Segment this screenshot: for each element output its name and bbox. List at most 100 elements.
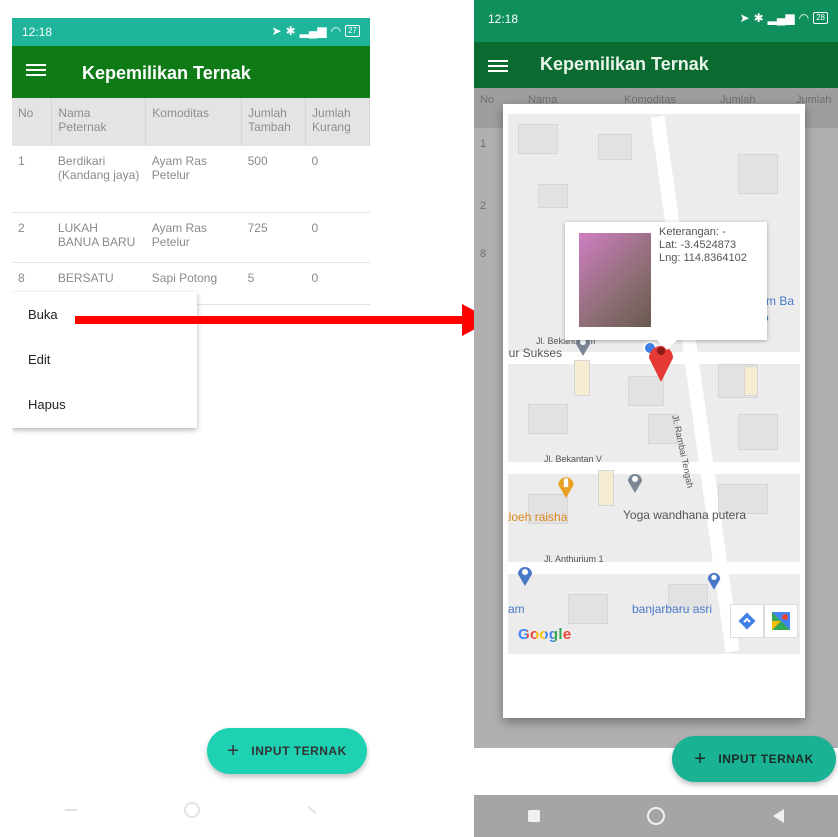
table-cell: 1 xyxy=(12,146,52,213)
restaurant-pin-icon[interactable] xyxy=(556,474,576,498)
fab-label: INPUT TERNAK xyxy=(718,752,814,766)
column-header: No xyxy=(480,94,495,106)
plus-icon: + xyxy=(694,747,707,770)
table-cell: LUKAH BANUA BARU xyxy=(51,212,146,263)
home-icon[interactable] xyxy=(183,802,200,818)
location-icon: ➤ xyxy=(271,24,282,38)
marker-info-window[interactable]: Keterangan: - Lat: -3.4524873 Lng: 114.8… xyxy=(565,222,767,350)
input-ternak-button[interactable]: + INPUT TERNAK xyxy=(672,736,836,782)
column-header: Jumlah Kurang xyxy=(305,98,370,146)
battery-icon: 28 xyxy=(813,12,828,24)
poi-label: banjarbaru asri xyxy=(632,602,713,616)
building xyxy=(518,124,558,154)
wifi-icon: ◠ xyxy=(330,24,342,38)
column-header: No xyxy=(12,98,53,146)
keterangan-text: Keterangan: - xyxy=(659,226,726,238)
app-bar: Kepemilikan Ternak xyxy=(12,46,370,98)
table-cell: 5 xyxy=(241,262,306,305)
poi-pin-icon[interactable] xyxy=(626,470,644,494)
system-nav-bar xyxy=(12,790,370,830)
bluetooth-icon: ✱ xyxy=(285,24,296,38)
row-number: 8 xyxy=(480,248,487,260)
signal-icon: ▂▄▆ xyxy=(767,11,795,25)
directions-button[interactable] xyxy=(730,604,764,638)
table-cell: 2 xyxy=(12,212,52,263)
bluetooth-icon: ✱ xyxy=(753,11,764,25)
building xyxy=(738,414,778,450)
table-header-row: No Nama Peternak Komoditas Jumlah Tambah… xyxy=(12,98,370,146)
home-icon[interactable] xyxy=(647,807,666,825)
column-header: Komoditas xyxy=(145,98,243,146)
building xyxy=(528,404,568,434)
plus-icon: + xyxy=(227,739,240,762)
page-title: Kepemilikan Ternak xyxy=(82,63,251,83)
recent-apps-icon[interactable] xyxy=(527,810,540,822)
table-cell: 0 xyxy=(305,146,370,213)
table-cell: Ayam Ras Petelur xyxy=(145,146,242,213)
menu-item-edit[interactable]: Edit xyxy=(12,337,197,382)
street-label: Jl. Rambai Tengah xyxy=(670,414,696,489)
app-bar: Kepemilikan Ternak xyxy=(474,42,838,88)
system-nav-bar xyxy=(474,795,838,837)
poi-label: yam xyxy=(508,602,525,616)
battery-icon: 27 xyxy=(345,25,360,37)
building xyxy=(744,366,758,396)
table-row[interactable]: 1 Berdikari (Kandang jaya) Ayam Ras Pete… xyxy=(12,146,370,213)
table-cell: 0 xyxy=(305,262,370,305)
status-icons: ➤ ✱ ▂▄▆ ◠ 27 xyxy=(272,24,360,38)
map-view[interactable]: Jl. Bekantan III Jl. Rambai Tengah Jl. B… xyxy=(508,114,800,654)
street-label: Jl. Anthurium 1 xyxy=(544,554,604,564)
status-bar: 12:18 ➤ ✱ ▂▄▆ ◠ 27 xyxy=(12,18,370,46)
table-cell: 500 xyxy=(241,146,306,213)
table-row[interactable]: 2 LUKAH BANUA BARU Ayam Ras Petelur 725 … xyxy=(12,212,370,263)
building xyxy=(598,134,632,160)
table-cell: Berdikari (Kandang jaya) xyxy=(51,146,146,213)
building xyxy=(738,154,778,194)
latitude-text: Lat: -3.4524873 xyxy=(659,239,737,251)
menu-item-hapus[interactable]: Hapus xyxy=(12,382,197,427)
poi-label: our Sukses xyxy=(508,346,563,360)
status-icons: ➤ ✱ ▂▄▆ ◠ 28 xyxy=(740,11,828,25)
input-ternak-button[interactable]: + INPUT TERNAK xyxy=(207,728,367,774)
back-icon[interactable] xyxy=(773,809,785,823)
google-logo-text: Google xyxy=(518,626,572,643)
poi-label: aloeh raisha xyxy=(508,510,568,524)
building xyxy=(568,594,608,624)
hamburger-menu-icon[interactable] xyxy=(488,57,508,77)
column-header: Jumlah Tambah xyxy=(241,98,307,146)
left-screen: 12:18 ➤ ✱ ▂▄▆ ◠ 27 Kepemilikan Ternak No… xyxy=(12,18,370,830)
status-time: 12:18 xyxy=(488,12,519,26)
status-time: 12:18 xyxy=(22,25,53,39)
status-bar: 12:18 ➤ ✱ ▂▄▆ ◠ 28 xyxy=(474,0,838,42)
wifi-icon: ◠ xyxy=(798,11,810,25)
row-number: 2 xyxy=(480,200,487,212)
info-text: Keterangan: - Lat: -3.4524873 Lng: 114.8… xyxy=(659,226,747,265)
google-maps-icon xyxy=(772,612,790,630)
table-cell: Ayam Ras Petelur xyxy=(145,212,242,263)
signal-icon: ▂▄▆ xyxy=(299,24,327,38)
map-dialog: Jl. Bekantan III Jl. Rambai Tengah Jl. B… xyxy=(503,104,805,718)
open-in-maps-button[interactable] xyxy=(764,604,798,638)
back-icon[interactable] xyxy=(307,806,317,814)
table-cell: 0 xyxy=(305,212,370,263)
row-number: 1 xyxy=(480,138,487,150)
right-screen: 12:18 ➤ ✱ ▂▄▆ ◠ 28 Kepemilikan Ternak No… xyxy=(474,0,838,837)
menu-item-buka[interactable]: Buka xyxy=(12,292,197,337)
longitude-text: Lng: 114.8364102 xyxy=(659,252,747,264)
google-logo: Google xyxy=(518,626,571,643)
poi-pin-icon[interactable] xyxy=(706,570,722,590)
page-title: Kepemilikan Ternak xyxy=(540,54,709,74)
hamburger-menu-icon[interactable] xyxy=(26,61,46,81)
building xyxy=(574,360,590,396)
row-context-menu: Buka Edit Hapus xyxy=(12,292,197,428)
recent-apps-icon[interactable] xyxy=(65,809,78,811)
column-header: Nama Peternak xyxy=(51,98,147,146)
livestock-photo xyxy=(579,233,651,327)
ternak-table: No Nama Peternak Komoditas Jumlah Tambah… xyxy=(12,98,370,305)
fab-label: INPUT TERNAK xyxy=(251,744,347,758)
building xyxy=(598,470,614,506)
building xyxy=(538,184,568,208)
red-arrow-shaft xyxy=(75,316,467,324)
poi-pin-icon[interactable] xyxy=(516,564,534,586)
table-cell: 725 xyxy=(241,212,306,263)
